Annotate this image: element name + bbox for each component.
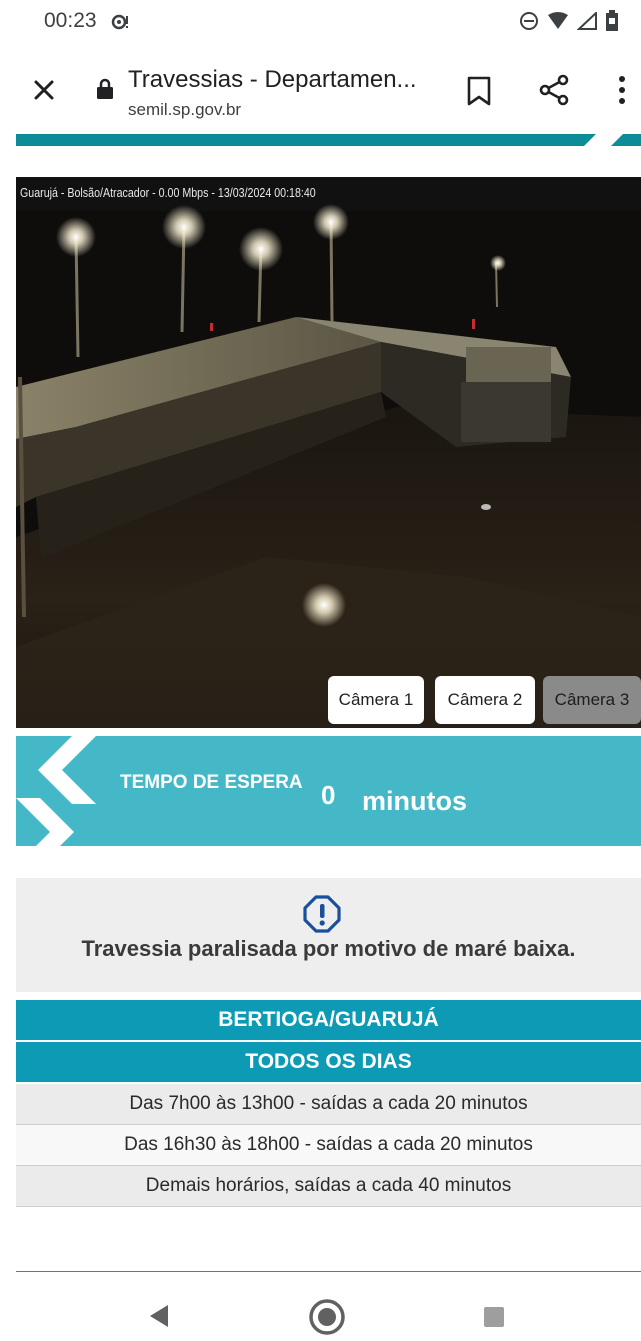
- footer-divider: [16, 1271, 641, 1272]
- wifi-icon: [548, 12, 568, 29]
- wait-time-value: 0: [321, 780, 336, 810]
- share-icon[interactable]: [538, 74, 570, 106]
- camera-feed[interactable]: Guarujá - Bolsão/Atracador - 0.00 Mbps -…: [16, 177, 641, 728]
- bookmark-icon[interactable]: [466, 76, 492, 106]
- camera-3-button[interactable]: Câmera 3: [543, 676, 641, 724]
- page-url[interactable]: semil.sp.gov.br: [128, 100, 241, 120]
- wait-time-label: TEMPO DE ESPERA: [120, 772, 303, 793]
- notification-icon: [111, 14, 128, 30]
- schedule-period: TODOS OS DIAS: [16, 1042, 641, 1084]
- recent-apps-icon[interactable]: [484, 1307, 504, 1327]
- signal-icon: [577, 12, 597, 30]
- alert-message: Travessia paralisada por motivo de maré …: [81, 936, 576, 961]
- home-icon[interactable]: [308, 1298, 346, 1336]
- status-bar: 00:23: [0, 0, 641, 44]
- page-title[interactable]: Travessias - Departamen...: [128, 66, 417, 94]
- alert-panel: Travessia paralisada por motivo de maré …: [16, 878, 641, 992]
- schedule-table: BERTIOGA/GUARUJÁ TODOS OS DIAS Das 7h00 …: [16, 1000, 641, 1207]
- wait-time-panel: TEMPO DE ESPERA 0 minutos: [16, 736, 641, 846]
- chevron-decoration-icon: [16, 736, 96, 846]
- back-icon[interactable]: [148, 1304, 170, 1328]
- schedule-row: Das 7h00 às 13h00 - saídas a cada 20 min…: [16, 1084, 641, 1125]
- camera-1-button[interactable]: Câmera 1: [328, 676, 424, 724]
- status-icons: [519, 10, 619, 32]
- schedule-row: Das 16h30 às 18h00 - saídas a cada 20 mi…: [16, 1125, 641, 1166]
- header-strip: [16, 134, 641, 146]
- camera-2-button[interactable]: Câmera 2: [435, 676, 535, 724]
- camera-caption: Guarujá - Bolsão/Atracador - 0.00 Mbps -…: [20, 185, 316, 200]
- lock-icon: [97, 78, 113, 99]
- alert-icon: [303, 895, 341, 933]
- schedule-route: BERTIOGA/GUARUJÁ: [16, 1000, 641, 1042]
- navigation-bar: [0, 1284, 641, 1341]
- wait-time-unit: minutos: [362, 786, 467, 816]
- battery-icon: [606, 10, 618, 31]
- page-content: Guarujá - Bolsão/Atracador - 0.00 Mbps -…: [0, 134, 641, 1272]
- browser-toolbar: Travessias - Departamen... semil.sp.gov.…: [0, 44, 641, 134]
- status-time: 00:23: [44, 9, 97, 32]
- do-not-disturb-icon: [520, 12, 538, 30]
- schedule-row: Demais horários, saídas a cada 40 minuto…: [16, 1166, 641, 1207]
- camera-image: [16, 177, 641, 728]
- more-options-icon[interactable]: [612, 74, 632, 106]
- close-icon[interactable]: [28, 74, 60, 106]
